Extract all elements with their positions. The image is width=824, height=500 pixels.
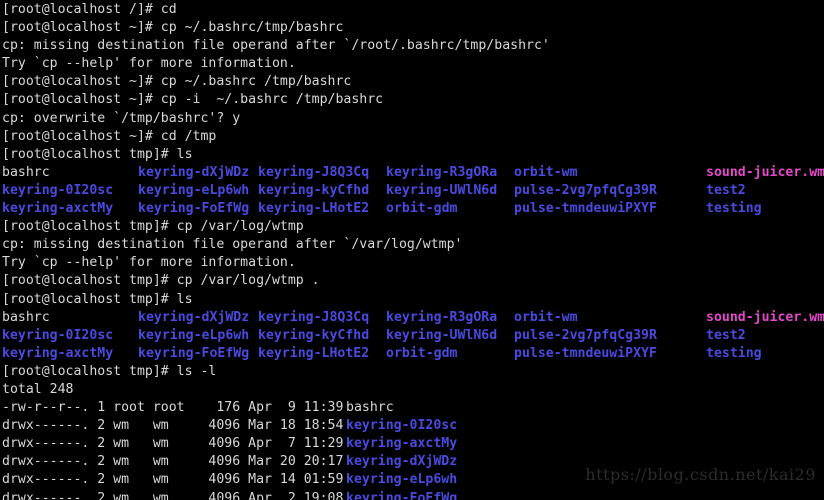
terminal-line: [root@localhost tmp]# ls <box>2 291 193 307</box>
terminal-line: Try `cp --help' for more information. <box>2 56 296 72</box>
directory-entry: keyring-eLp6wh <box>138 182 250 198</box>
terminal-output-row: drwx------. 2 wm wm 4096 Mar 20 20:17 ke… <box>2 453 824 471</box>
terminal-line: [root@localhost ~]# cp -i ~/.bashrc /tmp… <box>2 92 384 108</box>
terminal-screen-buffer[interactable]: [root@localhost /]# cd [root@localhost ~]… <box>0 0 824 500</box>
directory-entry: test2 <box>706 182 746 198</box>
directory-entry: keyring-J8Q3Cq <box>258 309 370 325</box>
directory-entry: keyring-LHotE2 <box>258 345 370 361</box>
directory-entry: keyring-0I20sc <box>2 327 114 343</box>
directory-entry: orbit-gdm <box>386 345 458 361</box>
directory-entry: keyring-eLp6wh <box>138 327 250 343</box>
file-entry: bashrc <box>346 400 394 416</box>
directory-entry: keyring-0I20sc <box>346 418 458 434</box>
archive-entry: sound-juicer.wm.407 <box>706 164 824 180</box>
directory-entry: keyring-axctMy <box>2 345 114 361</box>
directory-entry: pulse-tmndeuwiPXYF <box>514 345 657 361</box>
directory-entry: keyring-UWlN6d <box>386 327 498 343</box>
directory-entry: keyring-R3gORa <box>386 309 498 325</box>
directory-entry: keyring-dXjWDz <box>346 454 458 470</box>
directory-entry: keyring-FoEfWg <box>138 201 250 217</box>
file-entry: drwx------. 2 wm wm 4096 Apr 7 11:29 <box>2 436 352 452</box>
directory-entry: keyring-UWlN6d <box>386 182 498 198</box>
directory-entry: keyring-FoEfWg <box>138 345 250 361</box>
directory-entry: testing <box>706 201 762 217</box>
directory-entry: testing <box>706 345 762 361</box>
directory-entry: keyring-axctMy <box>2 201 114 217</box>
directory-entry: keyring-dXjWDz <box>138 164 250 180</box>
directory-entry: keyring-kyCfhd <box>258 327 370 343</box>
terminal-output-row: bashrc keyring-dXjWDz keyring-J8Q3Cq keyrin… <box>2 164 824 182</box>
file-entry: drwx------. 2 wm wm 4096 Apr 2 19:08 <box>2 490 352 500</box>
terminal-line: [root@localhost ~]# cp ~/.bashrc /tmp/ba… <box>2 74 352 90</box>
file-entry: bashrc <box>2 309 50 325</box>
terminal-output-row: drwx------. 2 wm wm 4096 Apr 2 19:08 key… <box>2 490 824 500</box>
directory-entry: keyring-dXjWDz <box>138 309 250 325</box>
directory-entry: keyring-axctMy <box>346 436 458 452</box>
terminal-output-row: drwx------. 2 wm wm 4096 Mar 14 01:59 ke… <box>2 471 824 489</box>
directory-entry: keyring-J8Q3Cq <box>258 164 370 180</box>
terminal-line: cp: overwrite `/tmp/bashrc'? y <box>2 110 241 126</box>
file-entry: -rw-r--r--. 1 root root 176 Apr 9 11:39 <box>2 400 352 416</box>
directory-entry: orbit-gdm <box>386 201 458 217</box>
directory-entry: keyring-LHotE2 <box>258 201 370 217</box>
terminal-output-row: drwx------. 2 wm wm 4096 Apr 7 11:29 key… <box>2 435 824 453</box>
directory-entry: keyring-0I20sc <box>2 182 114 198</box>
terminal-output-row: keyring-0I20sc keyring-eLp6wh keyring-kyCf… <box>2 327 824 345</box>
directory-entry: pulse-2vg7pfqCg39R <box>514 182 657 198</box>
terminal-output-row: keyring-axctMy keyring-FoEfWg keyring-LHot… <box>2 200 824 218</box>
terminal-line: total 248 <box>2 381 74 397</box>
terminal-line: cp: missing destination file operand aft… <box>2 237 463 253</box>
terminal-line: [root@localhost tmp]# cp /var/log/wtmp . <box>2 273 320 289</box>
terminal-line: Try `cp --help' for more information. <box>2 255 296 271</box>
terminal-line: cp: missing destination file operand aft… <box>2 38 550 54</box>
directory-entry: test2 <box>706 327 746 343</box>
directory-entry: keyring-eLp6wh <box>346 472 458 488</box>
terminal-line: [root@localhost tmp]# ls <box>2 146 193 162</box>
file-entry: bashrc <box>2 164 50 180</box>
file-entry: drwx------. 2 wm wm 4096 Mar 20 20:17 <box>2 454 352 470</box>
terminal-line: [root@localhost tmp]# ls -l <box>2 363 217 379</box>
directory-entry: pulse-tmndeuwiPXYF <box>514 201 657 217</box>
terminal-line: [root@localhost tmp]# cp /var/log/wtmp <box>2 219 304 235</box>
terminal-window[interactable]: [root@localhost /]# cd [root@localhost ~]… <box>0 0 824 500</box>
terminal-output-row: drwx------. 2 wm wm 4096 Mar 18 18:54 ke… <box>2 417 824 435</box>
archive-entry: sound-juicer.wm.407 <box>706 309 824 325</box>
terminal-line: [root@localhost /]# cd <box>2 2 177 17</box>
file-entry: drwx------. 2 wm wm 4096 Mar 14 01:59 <box>2 472 352 488</box>
directory-entry: keyring-kyCfhd <box>258 182 370 198</box>
file-entry: drwx------. 2 wm wm 4096 Mar 18 18:54 <box>2 418 352 434</box>
terminal-output-row: -rw-r--r--. 1 root root 176 Apr 9 11:39 … <box>2 399 824 417</box>
directory-entry: pulse-2vg7pfqCg39R <box>514 327 657 343</box>
directory-entry: keyring-R3gORa <box>386 164 498 180</box>
terminal-line: [root@localhost ~]# cp ~/.bashrc/tmp/bas… <box>2 20 344 36</box>
directory-entry: keyring-FoEfWg <box>346 490 458 500</box>
terminal-output-row: keyring-0I20sc keyring-eLp6wh keyring-kyCf… <box>2 182 824 200</box>
terminal-line: [root@localhost ~]# cd /tmp <box>2 128 217 144</box>
directory-entry: orbit-wm <box>514 164 578 180</box>
terminal-output-row: bashrc keyring-dXjWDz keyring-J8Q3Cq keyrin… <box>2 309 824 327</box>
directory-entry: orbit-wm <box>514 309 578 325</box>
terminal-output-row: keyring-axctMy keyring-FoEfWg keyring-LHot… <box>2 345 824 363</box>
